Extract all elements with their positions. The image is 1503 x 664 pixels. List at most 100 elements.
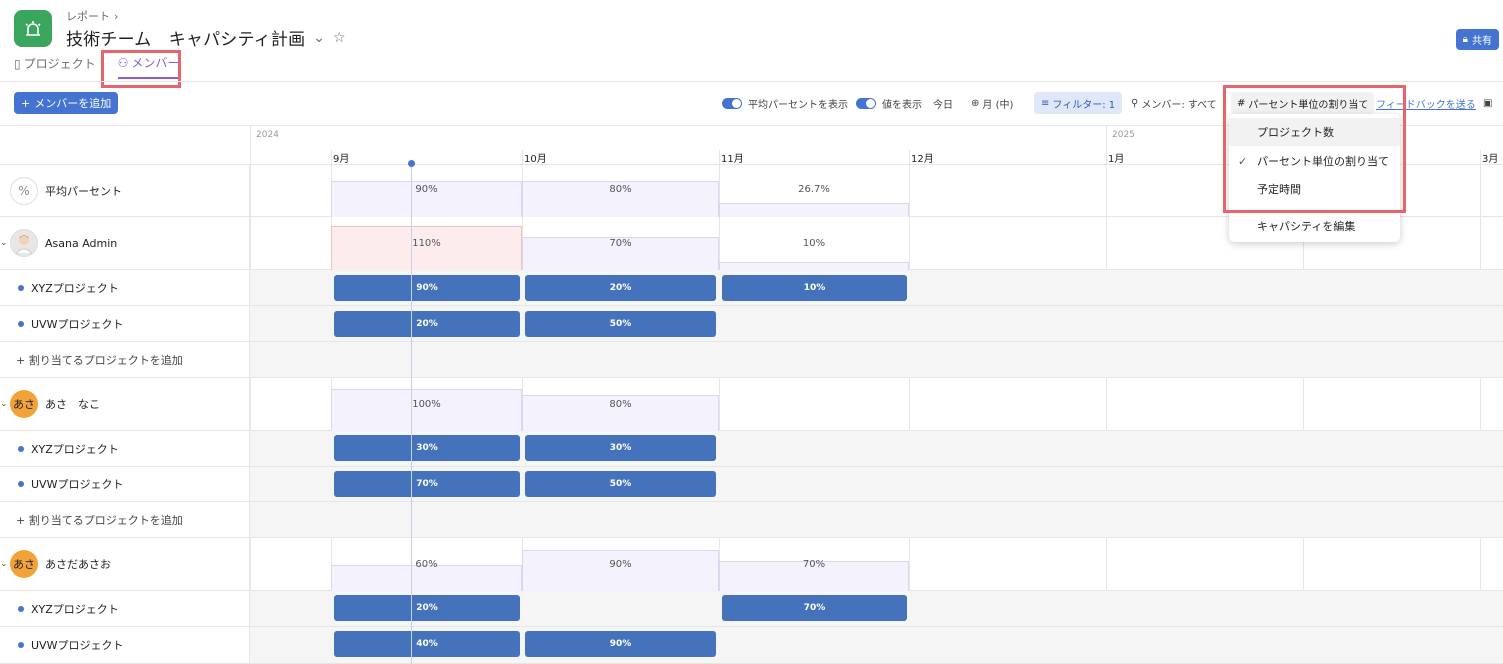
project-name: UVWプロジェクト <box>31 317 124 331</box>
allocation-bar[interactable]: 70% <box>334 471 520 497</box>
project-dot <box>18 320 24 327</box>
avatar: あさ <box>10 550 38 578</box>
month-label: 10月 <box>524 154 547 165</box>
member-filter-button[interactable]: ⚲ メンバー: すべて <box>1131 92 1217 114</box>
member-load: 110% <box>412 237 441 249</box>
menu-item-edit-capacity[interactable]: キャパシティを編集 <box>1229 212 1400 240</box>
member-name: あさだあさお <box>45 558 111 571</box>
project-row[interactable]: XYZプロジェクト 30% 30% <box>0 431 1503 467</box>
project-row[interactable]: UVWプロジェクト 20% 50% <box>0 306 1503 342</box>
tab-projects[interactable]: ▯ プロジェクト <box>14 54 96 79</box>
project-dot <box>18 284 24 291</box>
add-project-link[interactable]: + 割り当てるプロジェクトを追加 <box>16 352 183 368</box>
allocation-bar[interactable]: 50% <box>525 311 716 337</box>
chevron-down-icon[interactable]: ⌄ <box>0 238 8 248</box>
lock-icon: 🔒︎ <box>1462 34 1468 45</box>
toggle-switch[interactable] <box>856 97 876 109</box>
app-icon <box>14 10 52 47</box>
breadcrumb[interactable]: レポート › <box>66 8 118 24</box>
filter-icon: ≡ <box>1041 97 1050 109</box>
allocation-bar[interactable]: 20% <box>334 595 520 621</box>
chevron-down-icon[interactable]: ⌄ <box>313 30 325 46</box>
zoom-icon: ⊕ <box>971 97 980 109</box>
chevron-right-icon: › <box>114 9 119 23</box>
month-label: 12月 <box>911 154 934 165</box>
zoom-label: 月 (中) <box>982 99 1014 111</box>
save-icon[interactable]: ▣ <box>1483 92 1492 114</box>
member-load: 70% <box>609 237 632 249</box>
allocation-bar[interactable]: 40% <box>334 631 520 657</box>
member-filter-label: メンバー: すべて <box>1141 99 1217 111</box>
member-row[interactable]: ⌄ あさ あさだあさお 60% 90% 70% <box>0 538 1503 591</box>
allocation-bar[interactable]: 90% <box>525 631 716 657</box>
toggle-switch[interactable] <box>722 97 742 109</box>
project-row[interactable]: XYZプロジェクト 20% 70% <box>0 591 1503 627</box>
member-name: Asana Admin <box>45 236 118 250</box>
clipboard-icon: ▯ <box>14 56 21 71</box>
allocation-bar[interactable]: 10% <box>722 275 907 301</box>
avg-value: 26.7% <box>798 183 830 195</box>
project-dot <box>18 605 24 612</box>
breadcrumb-reports[interactable]: レポート <box>66 8 110 24</box>
allocation-bar[interactable]: 30% <box>334 435 520 461</box>
add-project-link[interactable]: + 割り当てるプロジェクトを追加 <box>16 512 183 528</box>
filter-button[interactable]: ≡ フィルター: 1 <box>1034 92 1123 114</box>
today-line <box>411 164 412 664</box>
share-button[interactable]: 🔒︎ 共有 <box>1455 29 1499 50</box>
avatar <box>10 229 38 257</box>
today-label: 今日 <box>933 99 953 111</box>
allocation-bar[interactable]: 50% <box>525 471 716 497</box>
project-row[interactable]: UVWプロジェクト 40% 90% <box>0 627 1503 664</box>
star-icon[interactable]: ☆ <box>333 30 346 46</box>
avatar: あさ <box>10 390 38 418</box>
project-row[interactable]: XYZプロジェクト 90% 20% 10% <box>0 270 1503 306</box>
toggle-avg-percent[interactable]: 平均パーセントを表示 <box>722 92 848 114</box>
project-name: XYZプロジェクト <box>31 602 119 616</box>
chevron-down-icon[interactable]: ⌄ <box>0 559 8 569</box>
project-dot <box>18 481 24 487</box>
project-row[interactable]: UVWプロジェクト 70% 50% <box>0 467 1503 502</box>
add-member-label: メンバーを追加 <box>34 97 112 110</box>
allocation-bar[interactable]: 90% <box>334 275 520 301</box>
person-icon: ⚲ <box>1131 97 1139 109</box>
capacity-shape <box>719 262 909 270</box>
year-label: 2025 <box>1112 130 1135 140</box>
allocation-bar[interactable]: 20% <box>334 311 520 337</box>
member-load: 100% <box>412 398 441 410</box>
month-label: 3月 <box>1482 154 1499 165</box>
allocation-bar[interactable]: 20% <box>525 275 716 301</box>
today-button[interactable]: 今日 <box>933 92 953 114</box>
avg-percent-label: 平均パーセント <box>45 184 122 198</box>
add-member-button[interactable]: + メンバーを追加 <box>14 92 119 114</box>
divider <box>0 81 1503 82</box>
toggle-values[interactable]: 値を表示 <box>856 92 922 114</box>
menu-item-label: キャパシティを編集 <box>1257 220 1356 233</box>
percent-icon: % <box>10 176 38 205</box>
plus-icon: + <box>21 96 31 110</box>
disk-icon: ▣ <box>1483 97 1493 109</box>
alarm-icon <box>25 20 41 36</box>
zoom-button[interactable]: ⊕ 月 (中) <box>971 92 1013 114</box>
add-project-row[interactable]: + 割り当てるプロジェクトを追加 <box>0 342 1503 378</box>
month-label: 9月 <box>333 154 350 165</box>
member-load: 10% <box>802 237 826 249</box>
today-marker <box>408 160 415 167</box>
project-dot <box>18 642 24 648</box>
avg-value: 90% <box>415 183 438 195</box>
year-label: 2024 <box>256 130 279 140</box>
project-name: XYZプロジェクト <box>31 281 119 295</box>
allocation-bar[interactable]: 70% <box>722 595 907 621</box>
add-project-row[interactable]: + 割り当てるプロジェクトを追加 <box>0 502 1503 538</box>
member-name: あさ なこ <box>45 398 100 411</box>
chevron-down-icon[interactable]: ⌄ <box>0 399 8 409</box>
avg-value: 80% <box>609 183 632 195</box>
filter-label: フィルター: 1 <box>1052 99 1116 111</box>
page-title: 技術チーム キャパシティ計画 <box>66 30 306 50</box>
member-row[interactable]: ⌄ あさ あさ なこ 100% 80% <box>0 378 1503 431</box>
member-load: 90% <box>609 558 632 570</box>
allocation-bar[interactable]: 30% <box>525 435 716 461</box>
highlight-members-tab <box>101 50 181 88</box>
member-load: 70% <box>802 558 826 570</box>
toggle-values-label: 値を表示 <box>882 99 922 111</box>
member-load: 60% <box>415 558 438 570</box>
